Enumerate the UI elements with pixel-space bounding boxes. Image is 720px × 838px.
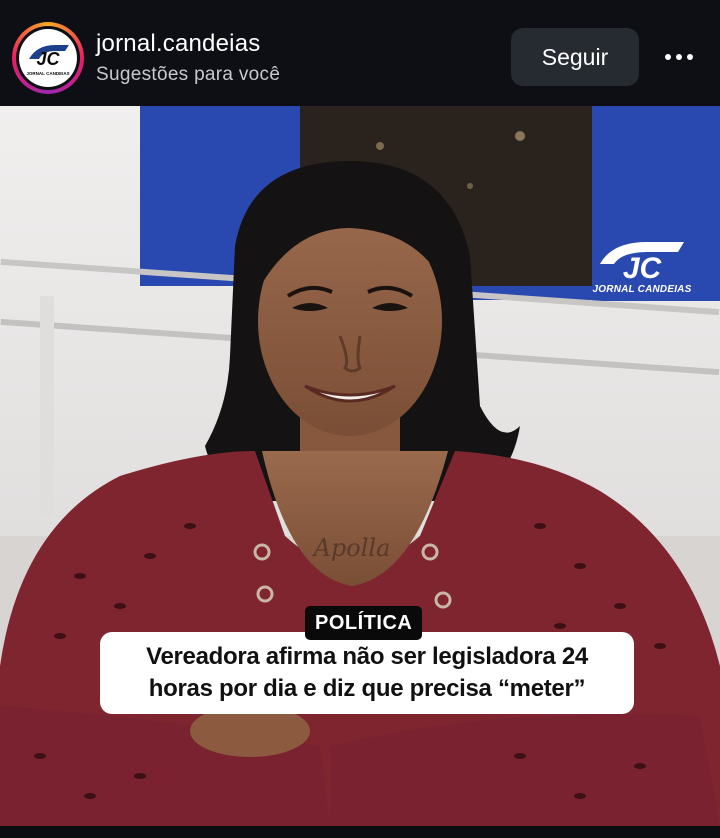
category-tag: POLÍTICA — [305, 606, 423, 640]
jc-logo-icon: JC JORNAL CANDEIAS — [26, 45, 70, 76]
suggestion-label: Sugestões para você — [96, 64, 281, 85]
headline-box: Vereadora afirma não ser legisladora 24 … — [100, 632, 634, 714]
chest-tattoo: Apolla — [312, 534, 391, 562]
more-options-button[interactable] — [654, 38, 704, 76]
account-name[interactable]: jornal.candeias — [96, 30, 260, 58]
post-image[interactable]: Apolla JC JORNAL CANDEIAS — [0, 106, 720, 826]
jc-watermark-icon: JC — [600, 242, 684, 284]
feed-divider — [0, 826, 720, 838]
more-options-icon — [665, 54, 693, 60]
watermark-logo: JC JORNAL CANDEIAS — [592, 234, 692, 298]
story-ring[interactable]: JC JORNAL CANDEIAS — [12, 22, 84, 94]
post-header: JC JORNAL CANDEIAS jornal.candeias Suges… — [0, 0, 720, 106]
watermark-text: JORNAL CANDEIAS — [592, 284, 692, 295]
svg-text:JORNAL CANDEIAS: JORNAL CANDEIAS — [26, 71, 69, 76]
portrait-photo: Apolla — [0, 106, 720, 826]
svg-text:JC: JC — [623, 252, 663, 284]
follow-button[interactable]: Seguir — [511, 28, 639, 86]
svg-text:JC: JC — [36, 49, 60, 69]
headline: Vereadora afirma não ser legisladora 24 … — [146, 643, 588, 702]
avatar[interactable]: JC JORNAL CANDEIAS — [19, 29, 77, 87]
